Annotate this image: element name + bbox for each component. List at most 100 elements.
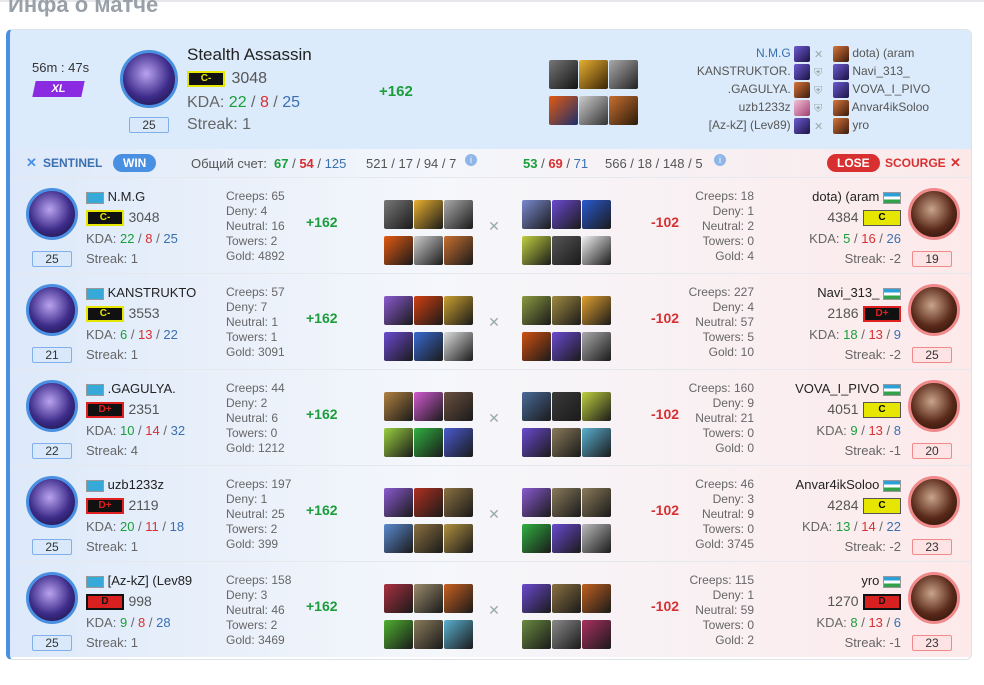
item-icon[interactable]	[384, 296, 413, 325]
item-icon[interactable]	[384, 524, 413, 553]
item-icon[interactable]	[444, 296, 473, 325]
item-icon[interactable]	[522, 332, 551, 361]
item-icon[interactable]	[582, 524, 611, 553]
item-icon[interactable]	[549, 96, 578, 125]
item-icon[interactable]	[384, 620, 413, 649]
hero-avatar[interactable]	[908, 476, 960, 528]
enemy-name-row[interactable]: VOVA_I_PIVO	[781, 381, 901, 396]
item-icon[interactable]	[414, 524, 443, 553]
item-icon[interactable]	[582, 584, 611, 613]
hero-avatar[interactable]	[908, 284, 960, 336]
item-icon[interactable]	[582, 620, 611, 649]
item-icon[interactable]	[582, 200, 611, 229]
item-icon[interactable]	[522, 392, 551, 421]
item-icon[interactable]	[384, 488, 413, 517]
info-icon[interactable]: i	[714, 154, 726, 166]
item-icon[interactable]	[609, 60, 638, 89]
page-title: Инфа о матче	[8, 0, 159, 17]
item-icon[interactable]	[384, 332, 413, 361]
hero-avatar[interactable]	[908, 572, 960, 624]
item-icon[interactable]	[384, 236, 413, 265]
item-icon[interactable]	[552, 620, 581, 649]
item-icon[interactable]	[414, 296, 443, 325]
item-icon[interactable]	[579, 96, 608, 125]
mmr-change: -102	[651, 598, 680, 614]
item-icon[interactable]	[582, 392, 611, 421]
item-icon[interactable]	[444, 428, 473, 457]
item-icon[interactable]	[444, 332, 473, 361]
item-icon[interactable]	[552, 200, 581, 229]
hero-mmr: 3048	[231, 70, 268, 87]
hero-avatar[interactable]	[908, 380, 960, 432]
item-icon[interactable]	[522, 200, 551, 229]
mmr-change: -102	[651, 406, 680, 422]
player-mmr: 4384	[827, 209, 859, 225]
item-icon[interactable]	[384, 428, 413, 457]
item-icon[interactable]	[582, 332, 611, 361]
item-icon[interactable]	[582, 236, 611, 265]
enemy-name-row[interactable]: Anvar4ikSoloo	[781, 477, 901, 492]
item-icon[interactable]	[582, 296, 611, 325]
player-name-row[interactable]: KANSTRUKTO	[86, 285, 201, 300]
item-icon[interactable]	[384, 200, 413, 229]
item-icon[interactable]	[522, 620, 551, 649]
item-icon[interactable]	[552, 584, 581, 613]
item-icon[interactable]	[552, 428, 581, 457]
item-icon[interactable]	[609, 96, 638, 125]
item-icon[interactable]	[582, 428, 611, 457]
hero-avatar[interactable]	[908, 188, 960, 240]
item-icon[interactable]	[444, 236, 473, 265]
player-name-row[interactable]: uzb1233z	[86, 477, 201, 492]
enemy-name-row[interactable]: dota) (aram	[781, 189, 901, 204]
item-icon[interactable]	[444, 392, 473, 421]
item-icon[interactable]	[414, 488, 443, 517]
mmr-change: +162	[306, 406, 338, 422]
item-icon[interactable]	[552, 488, 581, 517]
enemy-stats: Creeps: 227 Deny: 4 Neutral: 57 Towers: 5 Go…	[688, 285, 754, 359]
enemy-name-row[interactable]: Navi_313_	[781, 285, 901, 300]
item-icon[interactable]	[552, 524, 581, 553]
item-icon[interactable]	[552, 236, 581, 265]
swords-icon: ✕	[488, 602, 500, 618]
item-icon[interactable]	[522, 428, 551, 457]
item-icon[interactable]	[579, 60, 608, 89]
player-name-row[interactable]: [Az-kZ] (Lev89	[86, 573, 201, 588]
enemy-level: 25	[912, 347, 952, 363]
item-icon[interactable]	[582, 488, 611, 517]
item-icon[interactable]	[522, 236, 551, 265]
enemy-level: 23	[912, 635, 952, 651]
item-icon[interactable]	[414, 584, 443, 613]
item-icon[interactable]	[444, 200, 473, 229]
player-stats: Creeps: 158 Deny: 3 Neutral: 46 Towers: 2 Go…	[226, 573, 292, 647]
enemy-name-row[interactable]: yro	[781, 573, 901, 588]
item-icon[interactable]	[414, 428, 443, 457]
hero-avatar[interactable]	[26, 284, 78, 336]
info-icon[interactable]: i	[465, 154, 477, 166]
hero-avatar[interactable]	[26, 572, 78, 624]
item-icon[interactable]	[414, 392, 443, 421]
item-icon[interactable]	[552, 392, 581, 421]
item-icon[interactable]	[414, 332, 443, 361]
item-icon[interactable]	[549, 60, 578, 89]
item-icon[interactable]	[444, 620, 473, 649]
item-icon[interactable]	[414, 620, 443, 649]
item-icon[interactable]	[414, 200, 443, 229]
item-icon[interactable]	[522, 296, 551, 325]
item-icon[interactable]	[552, 332, 581, 361]
hero-avatar[interactable]	[26, 476, 78, 528]
hero-avatar[interactable]	[26, 380, 78, 432]
item-icon[interactable]	[444, 524, 473, 553]
player-name-row[interactable]: N.M.G	[86, 189, 201, 204]
item-icon[interactable]	[414, 236, 443, 265]
hero-avatar[interactable]	[120, 50, 178, 108]
item-icon[interactable]	[522, 488, 551, 517]
item-icon[interactable]	[384, 392, 413, 421]
hero-avatar[interactable]	[26, 188, 78, 240]
player-name-row[interactable]: .GAGULYA.	[86, 381, 201, 396]
item-icon[interactable]	[384, 584, 413, 613]
item-icon[interactable]	[444, 488, 473, 517]
item-icon[interactable]	[522, 524, 551, 553]
item-icon[interactable]	[444, 584, 473, 613]
item-icon[interactable]	[552, 296, 581, 325]
item-icon[interactable]	[522, 584, 551, 613]
